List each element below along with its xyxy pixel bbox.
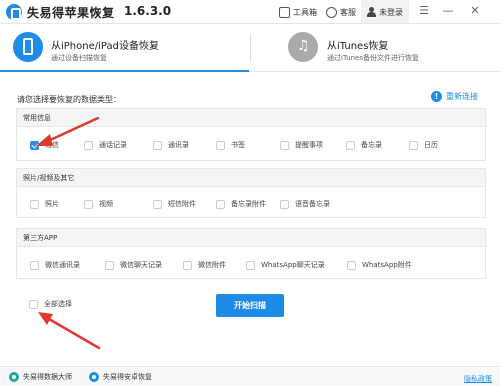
mode-title: 从iPhone/iPad设备恢复 <box>51 41 159 52</box>
option-label: 备忘录 <box>361 141 382 149</box>
option-label: 照片 <box>45 200 59 208</box>
footer-link-data-master[interactable]: 失易得数据大师 <box>9 372 72 382</box>
recovery-mode-tabs: 从iPhone/iPad设备恢复 通过设备扫描恢复 ♫ 从iTunes恢复 通过… <box>0 24 500 72</box>
section-common-info: 常用信息 短信 通话记录 通讯录 书签 提醒事项 备忘录 日历 <box>16 108 486 161</box>
app-logo-icon <box>6 4 22 20</box>
option-label: 微信通讯录 <box>45 261 80 269</box>
option-wechat-contacts[interactable]: 微信通讯录 <box>30 259 80 271</box>
option-sms[interactable]: 短信 <box>30 139 59 151</box>
option-sms-attachments[interactable]: 短信附件 <box>153 198 196 210</box>
option-contacts[interactable]: 通讯录 <box>153 139 189 151</box>
support-button[interactable]: 客服 <box>326 4 356 20</box>
option-label: WhatsApp聊天记录 <box>261 261 325 269</box>
checkbox[interactable] <box>347 260 356 270</box>
option-label: 短信 <box>45 141 59 149</box>
minimize-button[interactable]: — <box>440 3 456 19</box>
option-label: 日历 <box>424 141 438 149</box>
footer-link-label: 失易得数据大师 <box>23 373 72 381</box>
app-version: 1.6.3.0 <box>124 4 172 18</box>
menu-icon[interactable]: ☰ <box>416 3 432 19</box>
toolbox-button[interactable]: 工具箱 <box>279 4 317 20</box>
option-label: 备忘录附件 <box>231 200 266 208</box>
checkbox[interactable] <box>216 140 225 150</box>
checkbox[interactable] <box>280 199 289 209</box>
option-bookmarks[interactable]: 书签 <box>216 139 245 151</box>
android-recovery-icon <box>89 372 99 382</box>
login-button[interactable]: 未登录 <box>361 0 409 23</box>
data-master-icon <box>9 372 19 382</box>
checkbox[interactable] <box>84 199 93 209</box>
tab-device-recovery[interactable]: 从iPhone/iPad设备恢复 通过设备扫描恢复 <box>0 24 249 72</box>
checkbox[interactable] <box>30 199 39 209</box>
option-notes[interactable]: 备忘录 <box>346 139 382 151</box>
checkbox[interactable] <box>216 199 225 209</box>
option-label: 通话记录 <box>99 141 127 149</box>
option-voice-memos[interactable]: 语音备忘录 <box>280 198 330 210</box>
checkbox[interactable] <box>84 140 93 150</box>
select-all-option[interactable]: 全部选择 <box>29 299 72 309</box>
checkbox[interactable] <box>280 140 289 150</box>
support-label: 客服 <box>340 7 356 17</box>
footer-link-label: 失易得安卓恢复 <box>103 373 152 381</box>
checkbox[interactable] <box>183 260 192 270</box>
option-label: 通讯录 <box>168 141 189 149</box>
option-photos[interactable]: 照片 <box>30 198 59 210</box>
checkbox[interactable] <box>409 140 418 150</box>
toolbox-icon <box>279 6 290 18</box>
annotation-arrow-bottom <box>38 312 101 350</box>
mode-subtitle: 通过iTunes备份文件进行恢复 <box>327 54 419 62</box>
option-wechat-attachments[interactable]: 微信附件 <box>183 259 226 271</box>
mode-subtitle: 通过设备扫描恢复 <box>51 54 107 62</box>
checkbox[interactable] <box>153 140 162 150</box>
section-title: 照片/视频及其它 <box>17 169 485 187</box>
section-photos-videos: 照片/视频及其它 照片 视频 短信附件 备忘录附件 语音备忘录 <box>16 168 486 218</box>
start-scan-button[interactable]: 开始扫描 <box>216 294 284 317</box>
option-call-log[interactable]: 通话记录 <box>84 139 127 151</box>
checkbox[interactable] <box>246 260 255 270</box>
reconnect-link[interactable]: ! 重新连接 <box>431 91 478 102</box>
checkbox[interactable] <box>346 140 355 150</box>
user-icon <box>367 7 376 17</box>
option-reminders[interactable]: 提醒事项 <box>280 139 323 151</box>
app-title: 失易得苹果恢复 <box>27 6 115 20</box>
checkbox[interactable] <box>105 260 114 270</box>
option-notes-attachments[interactable]: 备忘录附件 <box>216 198 266 210</box>
option-wechat-chats[interactable]: 微信聊天记录 <box>105 259 162 271</box>
checkbox[interactable] <box>30 260 39 270</box>
title-bar: 失易得苹果恢复 1.6.3.0 工具箱 客服 未登录 ☰ — ✕ <box>0 0 500 24</box>
toolbox-label: 工具箱 <box>293 7 317 17</box>
info-icon: ! <box>431 91 442 102</box>
option-label: WhatsApp附件 <box>362 261 412 269</box>
data-type-prompt: 请您选择要恢复的数据类型： <box>17 95 121 104</box>
footer-link-android-recovery[interactable]: 失易得安卓恢复 <box>89 372 152 382</box>
section-third-party-apps: 第三方APP 微信通讯录 微信聊天记录 微信附件 WhatsApp聊天记录 Wh… <box>16 228 486 279</box>
select-all-checkbox[interactable] <box>29 299 38 309</box>
privacy-policy-link[interactable]: 隐私政策 <box>464 374 492 384</box>
tab-itunes-recovery[interactable]: ♫ 从iTunes恢复 通过iTunes备份文件进行恢复 <box>250 24 499 72</box>
option-whatsapp-attachments[interactable]: WhatsApp附件 <box>347 259 412 271</box>
phone-icon <box>13 32 43 62</box>
option-label: 提醒事项 <box>295 141 323 149</box>
option-label: 视频 <box>99 200 113 208</box>
section-title: 常用信息 <box>17 109 485 127</box>
section-title: 第三方APP <box>17 229 485 247</box>
option-whatsapp-chats[interactable]: WhatsApp聊天记录 <box>246 259 325 271</box>
support-icon <box>326 6 337 18</box>
checkbox[interactable] <box>30 140 39 150</box>
option-videos[interactable]: 视频 <box>84 198 113 210</box>
mode-title: 从iTunes恢复 <box>327 41 389 52</box>
login-label: 未登录 <box>379 7 403 17</box>
option-label: 微信聊天记录 <box>120 261 162 269</box>
reconnect-label: 重新连接 <box>446 92 478 101</box>
select-all-label: 全部选择 <box>44 300 72 308</box>
checkbox[interactable] <box>153 199 162 209</box>
option-label: 语音备忘录 <box>295 200 330 208</box>
option-calendar[interactable]: 日历 <box>409 139 438 151</box>
footer-bar: 失易得数据大师 失易得安卓恢复 隐私政策 <box>0 366 500 386</box>
music-note-icon: ♫ <box>288 32 318 62</box>
option-label: 书签 <box>231 141 245 149</box>
option-label: 微信附件 <box>198 261 226 269</box>
close-button[interactable]: ✕ <box>467 3 483 19</box>
option-label: 短信附件 <box>168 200 196 208</box>
